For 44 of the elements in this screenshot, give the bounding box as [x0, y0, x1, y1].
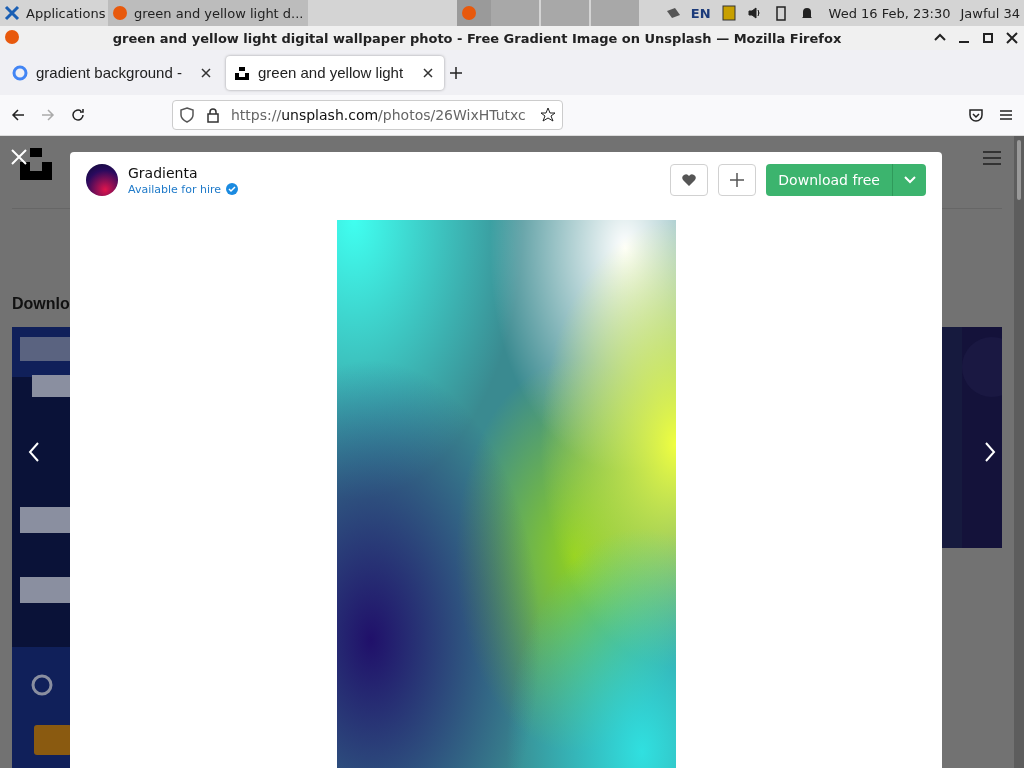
- unsplash-icon: [234, 64, 250, 81]
- clock: Wed 16 Feb, 23:30: [828, 5, 951, 21]
- plus-icon[interactable]: [448, 64, 464, 81]
- clipboard-icon: [720, 5, 737, 21]
- url-text: https://unsplash.com/photos/26WixHTutxc: [231, 107, 527, 123]
- volume-icon: [746, 5, 763, 21]
- like-button[interactable]: [670, 164, 709, 196]
- user-name: Jawful 34: [960, 5, 1020, 21]
- scrollbar[interactable]: [1014, 136, 1024, 768]
- chevron-left-icon[interactable]: [26, 441, 42, 463]
- reload-icon[interactable]: [70, 107, 86, 123]
- author-avatar[interactable]: [86, 164, 118, 196]
- google-icon: [12, 64, 28, 81]
- browser-tab[interactable]: gradient background -: [4, 55, 222, 90]
- chevron-right-icon[interactable]: [982, 441, 998, 463]
- shield-icon: [179, 107, 195, 123]
- verified-icon: [226, 183, 238, 195]
- maximize-icon[interactable]: [980, 30, 996, 46]
- hire-link[interactable]: Available for hire: [128, 182, 221, 196]
- lock-icon: [205, 107, 221, 123]
- pocket-icon[interactable]: [968, 107, 984, 123]
- back-icon[interactable]: [10, 107, 26, 123]
- download-options-button[interactable]: [892, 164, 926, 196]
- section-heading: Downlo: [12, 295, 70, 313]
- keyboard-layout[interactable]: EN: [690, 5, 711, 21]
- address-bar[interactable]: https://unsplash.com/photos/26WixHTutxc: [172, 100, 563, 130]
- browser-tab[interactable]: green and yellow light: [226, 55, 444, 90]
- unsplash-logo-icon[interactable]: [20, 148, 52, 180]
- menu-icon[interactable]: [998, 107, 1014, 123]
- firefox-icon: [4, 29, 22, 47]
- close-icon[interactable]: [1004, 30, 1020, 46]
- add-button[interactable]: [718, 164, 757, 196]
- firefox-icon: [460, 5, 477, 21]
- star-icon[interactable]: [540, 107, 556, 123]
- taskbar-window[interactable]: green and yellow light d...: [108, 0, 308, 26]
- firefox-icon: [112, 5, 128, 21]
- menu-icon[interactable]: [982, 148, 1002, 168]
- plus-icon: [729, 172, 746, 188]
- window-title: green and yellow light digital wallpaper photo - Free Gradient Image on Unsplash — Mozilla Firefox: [111, 30, 843, 46]
- author-name[interactable]: Gradienta: [128, 164, 238, 181]
- applications-menu[interactable]: Applications: [26, 5, 106, 21]
- x-logo-icon: [4, 5, 20, 21]
- heart-icon: [681, 172, 698, 188]
- close-icon[interactable]: [10, 148, 28, 166]
